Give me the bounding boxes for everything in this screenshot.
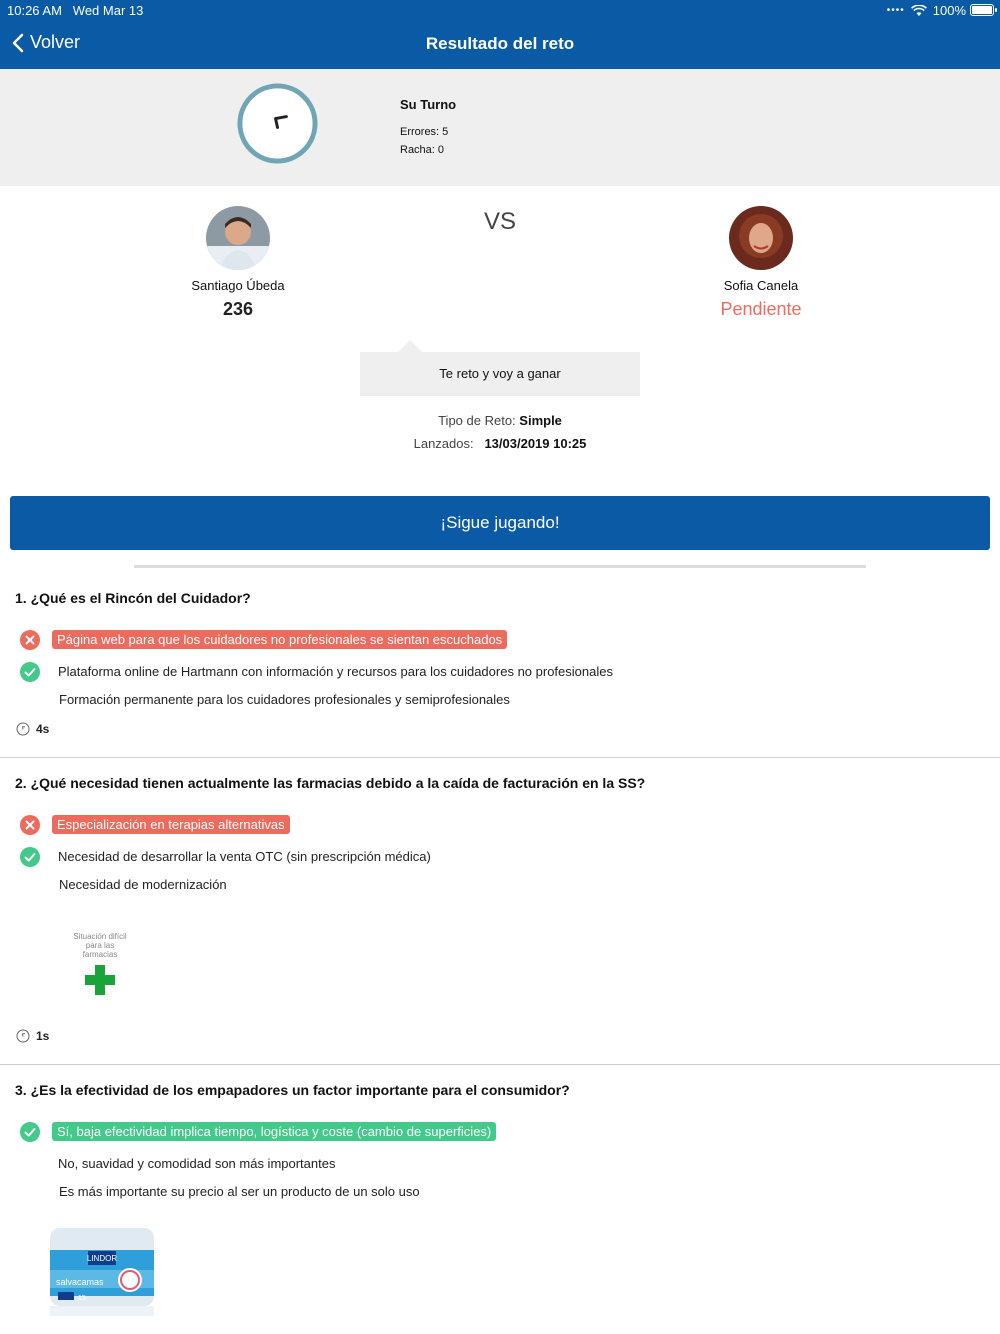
errors-count: Errores: 5: [400, 126, 449, 138]
timer-icon: [16, 722, 30, 736]
avatar: [729, 206, 793, 270]
question-title: 2. ¿Qué necesidad tienen actualmente las…: [15, 775, 646, 791]
product-package: LINDOR salvacamas 15: [50, 1228, 154, 1316]
answer-text: Es más importante su precio al ser un pr…: [59, 1184, 420, 1199]
status-bar: 10:26 AM Wed Mar 13 •••• 100%: [0, 0, 1000, 20]
question-title: 1. ¿Qué es el Rincón del Cuidador?: [15, 590, 251, 606]
challenge-launched-value: 13/03/2019 10:25: [484, 436, 587, 451]
turn-info: Su Turno Errores: 5 Racha: 0: [400, 97, 456, 162]
status-time: 10:26 AM Wed Mar 13: [7, 3, 144, 18]
pharmacy-cross-icon: [85, 965, 115, 995]
question-title: 3. ¿Es la efectividad de los empapadores…: [15, 1082, 570, 1098]
streak-count: Racha: 0: [400, 144, 445, 156]
answer-time: 1s: [16, 1029, 49, 1043]
challenge-type-label: Tipo de Reto:: [438, 413, 516, 428]
challenge-launched-label: Lanzados:: [413, 436, 474, 451]
continue-playing-button[interactable]: ¡Sigue jugando!: [10, 496, 990, 550]
challenge-type-value: Simple: [519, 413, 562, 428]
check-icon: [20, 1122, 40, 1142]
answer-time-value: 4s: [36, 722, 50, 736]
divider: [0, 757, 1000, 758]
divider: [134, 565, 866, 568]
challenge-message: Te reto y voy a ganar: [360, 340, 640, 396]
battery-icon: [970, 4, 997, 16]
player-right-name: Sofia Canela: [723, 278, 799, 293]
wifi-icon: [910, 4, 927, 16]
product-brand: LINDOR: [87, 1254, 117, 1263]
turn-panel: Su Turno Errores: 5 Racha: 0: [0, 69, 1000, 186]
opponent-avatar-image: [729, 206, 793, 270]
wrong-icon: [20, 815, 40, 835]
product-count: 15: [78, 1295, 86, 1302]
player-right-status: Pendiente: [720, 299, 802, 319]
product-name: salvacamas: [56, 1277, 104, 1287]
challenge-launched: Lanzados: 13/03/2019 10:25: [0, 436, 1000, 451]
player-right: Sofia Canela Pendiente: [661, 206, 861, 320]
check-icon: [20, 847, 40, 867]
answer-text: Plataforma online de Hartmann con inform…: [58, 664, 613, 679]
check-icon: [20, 662, 40, 682]
answer-text: Necesidad de desarrollar la venta OTC (s…: [58, 849, 431, 864]
player-left-score: 236: [222, 299, 254, 319]
signal-icon: ••••: [886, 5, 905, 16]
answer-time-value: 1s: [36, 1029, 50, 1043]
status-right: •••• 100%: [887, 3, 966, 18]
nav-bar: Volver Resultado del reto: [0, 20, 1000, 69]
player-left-name: Santiago Úbeda: [191, 278, 285, 293]
question-image: Situación difícil para las farmacias: [62, 932, 138, 998]
answer-text: No, suavidad y comodidad son más importa…: [58, 1156, 336, 1171]
answer-text: Necesidad de modernización: [59, 877, 227, 892]
challenge-type: Tipo de Reto: Simple: [0, 413, 1000, 428]
divider: [0, 1064, 1000, 1065]
answer-text: Formación permanente para los cuidadores…: [59, 692, 510, 707]
answer-text: Especialización en terapias alternativas: [52, 815, 290, 834]
product-image: LINDOR salvacamas 15: [44, 1224, 160, 1318]
answer-text: Página web para que los cuidadores no pr…: [52, 630, 508, 649]
answer-text: Sí, baja efectividad implica tiempo, log…: [52, 1122, 497, 1141]
battery-text: 100%: [932, 3, 966, 18]
turn-title: Su Turno: [400, 97, 457, 112]
challenge-message-text: Te reto y voy a ganar: [439, 366, 561, 381]
page-title: Resultado del reto: [425, 34, 575, 53]
clock-icon: [237, 83, 318, 164]
question-image-caption: Situación difícil para las farmacias: [73, 932, 127, 959]
timer-icon: [16, 1029, 30, 1043]
answer-time: 4s: [16, 722, 49, 736]
wrong-icon: [20, 630, 40, 650]
